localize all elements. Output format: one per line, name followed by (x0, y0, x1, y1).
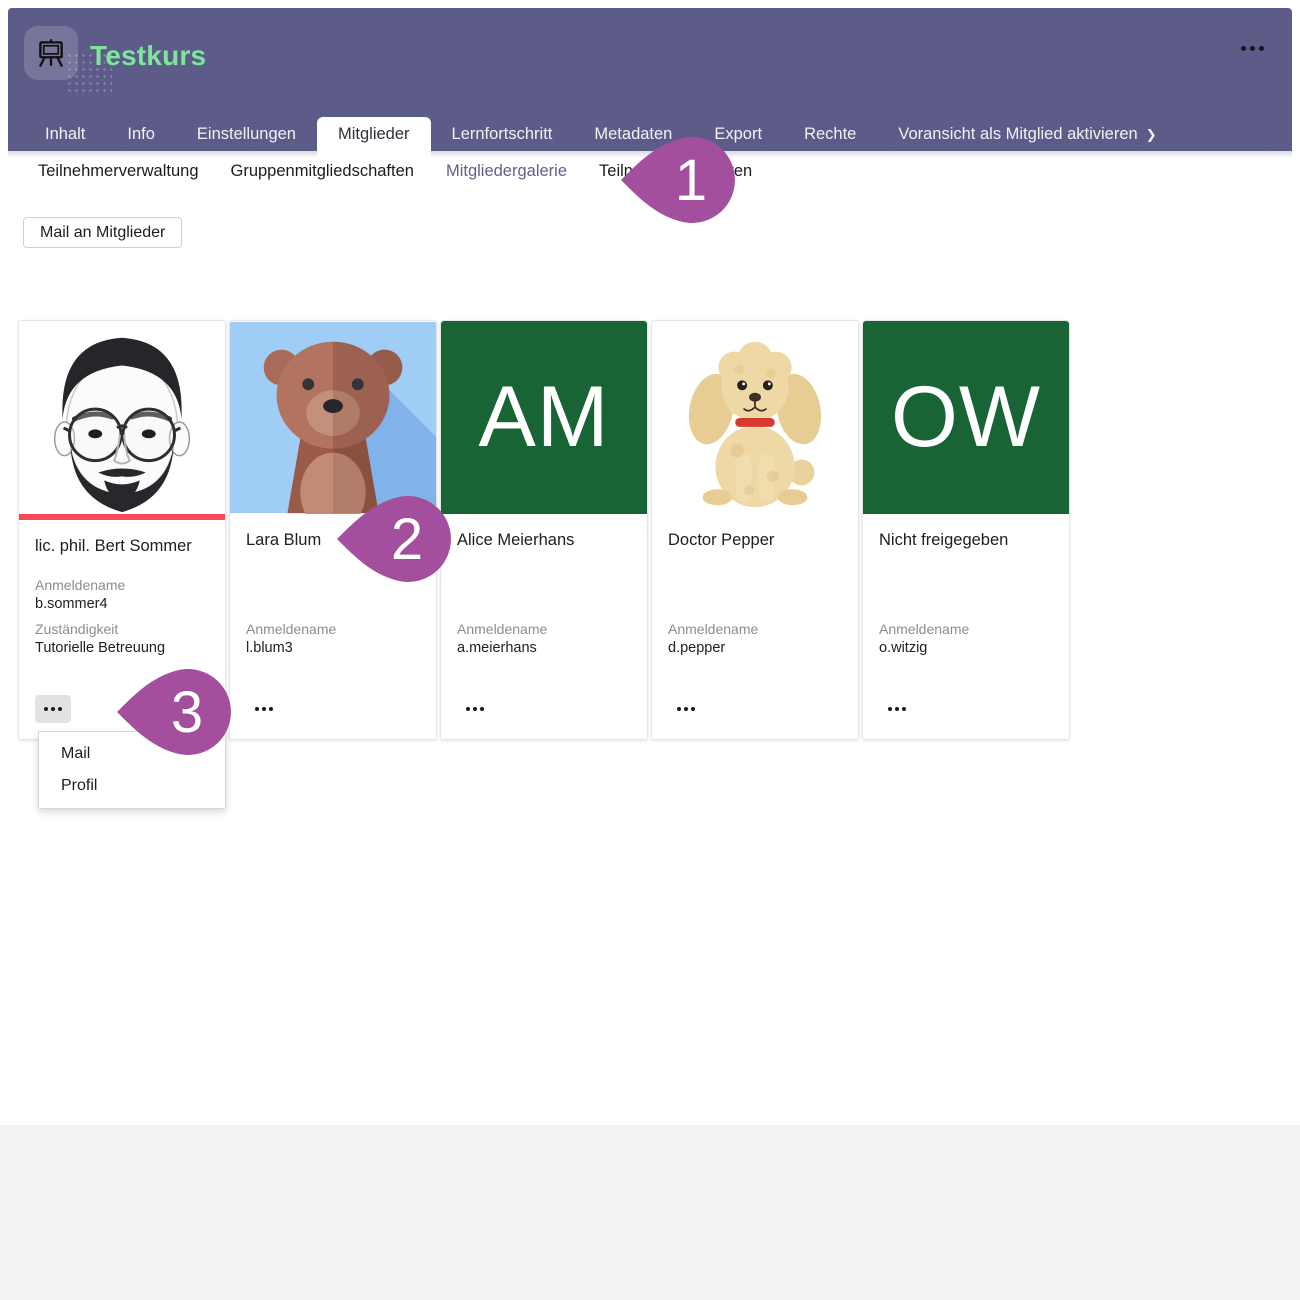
tab-mitglieder[interactable]: Mitglieder (317, 117, 431, 158)
bear-illustration-avatar (230, 321, 436, 514)
field-label: Anmeldename (35, 577, 209, 593)
course-header: Testkurs Inhalt Info Einstellungen Mitgl… (8, 8, 1292, 151)
member-card-nicht-freigegeben[interactable]: OW Nicht freigegeben Anmeldename o.witzi… (862, 320, 1070, 740)
card-menu-ellipsis-icon[interactable] (246, 695, 282, 723)
tab-info[interactable]: Info (106, 117, 176, 151)
member-name: Lara Blum (246, 530, 420, 551)
member-gallery: lic. phil. Bert Sommer Anmeldename b.som… (18, 320, 1070, 740)
course-easel-icon (24, 26, 78, 80)
card-menu-ellipsis-icon[interactable] (668, 695, 704, 723)
header-more-options-icon[interactable] (1241, 46, 1264, 51)
course-tab-bar: Inhalt Info Einstellungen Mitglieder Ler… (24, 117, 1178, 151)
tab-rechte[interactable]: Rechte (783, 117, 877, 151)
members-subnav: Teilnehmerverwaltung Gruppenmitgliedscha… (38, 162, 752, 181)
member-name: Doctor Pepper (668, 530, 842, 551)
tab-einstellungen[interactable]: Einstellungen (176, 117, 317, 151)
initials-avatar: AM (441, 321, 647, 514)
subnav-mitgliedergalerie[interactable]: Mitgliedergalerie (446, 162, 567, 181)
card-context-menu: Mail Profil (38, 731, 226, 809)
field-value: l.blum3 (246, 640, 420, 656)
subnav-teilnehmendendaten[interactable]: Teilnehmendendaten (599, 162, 752, 181)
field-value: Tutorielle Betreuung (35, 640, 209, 656)
field-value: o.witzig (879, 640, 1053, 656)
page-title: Testkurs (90, 40, 206, 72)
card-menu-ellipsis-icon[interactable] (35, 695, 71, 723)
member-card-bert-sommer[interactable]: lic. phil. Bert Sommer Anmeldename b.som… (18, 320, 226, 740)
tab-export[interactable]: Export (693, 117, 783, 151)
subnav-gruppenmitgliedschaften[interactable]: Gruppenmitgliedschaften (231, 162, 414, 181)
tab-voransicht[interactable]: Voransicht als Mitglied aktivieren ❯ (877, 117, 1177, 151)
field-value: a.meierhans (457, 640, 631, 656)
tab-inhalt[interactable]: Inhalt (24, 117, 106, 151)
field-label: Zuständigkeit (35, 621, 209, 637)
chevron-right-icon: ❯ (1146, 127, 1157, 142)
poodle-photo-avatar (652, 321, 858, 514)
tab-voransicht-label: Voransicht als Mitglied aktivieren (898, 125, 1137, 143)
member-name: Nicht freigegeben (879, 530, 1053, 551)
member-card-alice-meierhans[interactable]: AM Alice Meierhans Anmeldename a.meierha… (440, 320, 648, 740)
portrait-sketch-avatar (19, 321, 225, 514)
member-card-doctor-pepper[interactable]: Doctor Pepper Anmeldename d.pepper (651, 320, 859, 740)
subnav-teilnehmerverwaltung[interactable]: Teilnehmerverwaltung (38, 162, 199, 181)
field-value: b.sommer4 (35, 596, 209, 612)
initials-avatar: OW (863, 321, 1069, 514)
tab-lernfortschritt[interactable]: Lernfortschritt (431, 117, 574, 151)
field-label: Anmeldename (879, 621, 1053, 637)
field-value: d.pepper (668, 640, 842, 656)
field-label: Anmeldename (668, 621, 842, 637)
member-name: lic. phil. Bert Sommer (35, 536, 209, 557)
member-name: Alice Meierhans (457, 530, 631, 551)
field-label: Anmeldename (246, 621, 420, 637)
menu-item-mail[interactable]: Mail (39, 738, 225, 770)
mail-an-mitglieder-button[interactable]: Mail an Mitglieder (23, 217, 182, 248)
avatar-initials-text: AM (479, 368, 610, 467)
page-footer (0, 1125, 1300, 1300)
header-shadow (8, 151, 1292, 158)
avatar-initials-text: OW (891, 368, 1041, 467)
card-menu-ellipsis-icon[interactable] (879, 695, 915, 723)
member-card-lara-blum[interactable]: Lara Blum Anmeldename l.blum3 (229, 320, 437, 740)
menu-item-profil[interactable]: Profil (39, 770, 225, 802)
course-members-page: Testkurs Inhalt Info Einstellungen Mitgl… (0, 0, 1300, 1300)
card-menu-ellipsis-icon[interactable] (457, 695, 493, 723)
field-label: Anmeldename (457, 621, 631, 637)
tab-metadaten[interactable]: Metadaten (573, 117, 693, 151)
